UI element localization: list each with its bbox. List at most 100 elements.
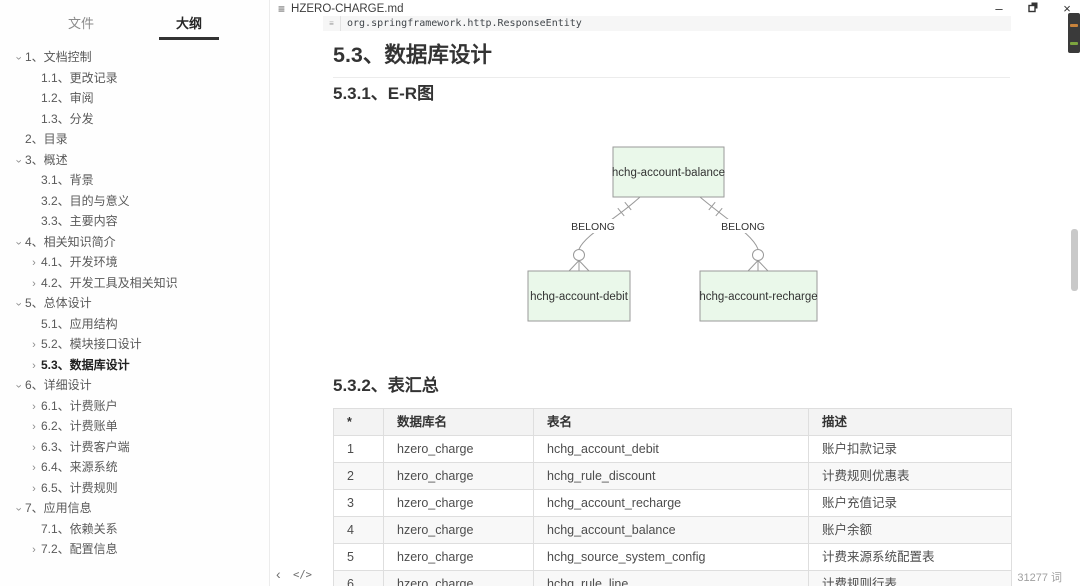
table-cell: 计费来源系统配置表	[809, 544, 1012, 571]
outline-item-label: 3.3、主要内容	[41, 214, 118, 228]
outline-item[interactable]: ›6.4、来源系统	[0, 457, 269, 478]
table-cell: hzero_charge	[384, 436, 534, 463]
table-header-row: *数据库名表名描述	[334, 409, 1012, 436]
menu-icon[interactable]: ≡	[278, 2, 285, 16]
caret-down-icon[interactable]: ›	[8, 379, 29, 393]
er-diagram[interactable]: BELONG BELONG hchg-account-balance hchg-…	[450, 134, 890, 330]
caret-right-icon[interactable]: ›	[27, 540, 41, 560]
outline-item[interactable]: ›5.3、数据库设计	[0, 355, 269, 376]
table-header-cell: *	[334, 409, 384, 436]
outline-item[interactable]: 1.2、审阅	[0, 88, 269, 109]
outline-item[interactable]: ›4、相关知识简介	[0, 232, 269, 253]
minimize-button[interactable]: –	[992, 2, 1006, 16]
table-cell: hchg_account_balance	[534, 517, 809, 544]
outline-item[interactable]: ›3、概述	[0, 150, 269, 171]
scrollbar-thumb[interactable]	[1071, 229, 1078, 291]
table-cell: hzero_charge	[384, 463, 534, 490]
outline-item-label: 6.2、计费账单	[41, 419, 118, 433]
outline-item[interactable]: ›5、总体设计	[0, 293, 269, 314]
side-overlay-widget	[1068, 13, 1080, 53]
outline-item[interactable]: 1.1、更改记录	[0, 68, 269, 89]
outline-item-label: 1、文档控制	[25, 50, 92, 64]
outline-item[interactable]: 1.3、分发	[0, 109, 269, 130]
outline-item[interactable]: ›6、详细设计	[0, 375, 269, 396]
outline-item[interactable]: ›6.2、计费账单	[0, 416, 269, 437]
outline-item[interactable]: ›1、文档控制	[0, 47, 269, 68]
caret-down-icon[interactable]: ›	[8, 297, 29, 311]
outline-item[interactable]: ›5.2、模块接口设计	[0, 334, 269, 355]
sidebar-collapse-icon[interactable]: ‹	[276, 566, 281, 582]
table-cell: 1	[334, 436, 384, 463]
table-cell: 2	[334, 463, 384, 490]
outline-item[interactable]: ›4.2、开发工具及相关知识	[0, 273, 269, 294]
widget-green-bar	[1070, 42, 1078, 45]
caret-down-icon[interactable]: ›	[8, 51, 29, 65]
outline-item-label: 4.1、开发环境	[41, 255, 118, 269]
tab-outline[interactable]: 大纲	[159, 13, 219, 40]
caret-right-icon[interactable]: ›	[27, 479, 41, 499]
restore-button[interactable]	[1026, 2, 1040, 16]
table-cell: hchg_rule_line	[534, 571, 809, 586]
outline-item-label: 7.2、配置信息	[41, 542, 118, 556]
summary-table: *数据库名表名描述 1hzero_chargehchg_account_debi…	[333, 408, 1012, 586]
er-entity-debit-label: hchg-account-debit	[530, 291, 629, 303]
outline-item[interactable]: 3.2、目的与意义	[0, 191, 269, 212]
source-code-mode-icon[interactable]: </>	[293, 569, 312, 581]
er-many-marker-right	[748, 261, 768, 272]
outline-item[interactable]: ›7、应用信息	[0, 498, 269, 519]
document-title: HZERO-CHARGE.md	[291, 3, 403, 15]
table-cell: 账户充值记录	[809, 490, 1012, 517]
table-row: 6hzero_chargehchg_rule_line计费规则行表	[334, 571, 1012, 586]
outline-item[interactable]: 2、目录	[0, 129, 269, 150]
table-row: 4hzero_chargehchg_account_balance账户余额	[334, 517, 1012, 544]
table-row: 5hzero_chargehchg_source_system_config计费…	[334, 544, 1012, 571]
er-zero-marker-left	[574, 250, 585, 261]
outline-item[interactable]: 7.1、依赖关系	[0, 519, 269, 540]
outline-item-label: 5、总体设计	[25, 296, 92, 310]
outline-item[interactable]: 3.3、主要内容	[0, 211, 269, 232]
word-count: 31277 词	[1017, 569, 1062, 585]
outline-item[interactable]: 3.1、背景	[0, 170, 269, 191]
titlebar-left: ≡ HZERO-CHARGE.md	[278, 2, 403, 16]
table-cell: hzero_charge	[384, 490, 534, 517]
caret-right-icon[interactable]: ›	[27, 356, 41, 376]
outline-item[interactable]: ›4.1、开发环境	[0, 252, 269, 273]
caret-down-icon[interactable]: ›	[8, 502, 29, 516]
outline-item-label: 1.2、审阅	[41, 91, 94, 105]
outline-item-label: 5.1、应用结构	[41, 317, 118, 331]
outline-item[interactable]: ›7.2、配置信息	[0, 539, 269, 560]
outline-item[interactable]: ›6.5、计费规则	[0, 478, 269, 499]
outline-item-label: 4.2、开发工具及相关知识	[41, 276, 178, 290]
caret-right-icon[interactable]: ›	[27, 335, 41, 355]
outline-list: ›1、文档控制1.1、更改记录1.2、审阅1.3、分发2、目录›3、概述3.1、…	[0, 47, 269, 560]
restore-icon	[1028, 2, 1039, 13]
outline-item-label: 3.2、目的与意义	[41, 194, 130, 208]
table-cell: hzero_charge	[384, 571, 534, 586]
caret-right-icon[interactable]: ›	[27, 274, 41, 294]
code-block-clipped[interactable]: ≡ org.springframework.http.ResponseEntit…	[323, 16, 1011, 31]
table-row: 2hzero_chargehchg_rule_discount计费规则优惠表	[334, 463, 1012, 490]
outline-item[interactable]: ›6.3、计费客户端	[0, 437, 269, 458]
caret-right-icon[interactable]: ›	[27, 253, 41, 273]
table-cell: hchg_rule_discount	[534, 463, 809, 490]
outline-item[interactable]: 5.1、应用结构	[0, 314, 269, 335]
code-line: org.springframework.http.ResponseEntity	[341, 18, 582, 29]
outline-item-label: 6、详细设计	[25, 378, 92, 392]
caret-right-icon[interactable]: ›	[27, 458, 41, 478]
caret-right-icon[interactable]: ›	[27, 438, 41, 458]
section-heading: 5.3、数据库设计	[333, 38, 1010, 78]
table-header-cell: 描述	[809, 409, 1012, 436]
table-header-cell: 表名	[534, 409, 809, 436]
caret-right-icon[interactable]: ›	[27, 397, 41, 417]
caret-down-icon[interactable]: ›	[8, 154, 29, 168]
outline-item[interactable]: ›6.1、计费账户	[0, 396, 269, 417]
caret-down-icon[interactable]: ›	[8, 236, 29, 250]
widget-orange-bar	[1070, 24, 1078, 27]
caret-right-icon[interactable]: ›	[27, 417, 41, 437]
outline-item-label: 6.1、计费账户	[41, 399, 118, 413]
table-cell: hzero_charge	[384, 544, 534, 571]
er-entity-recharge-label: hchg-account-recharge	[699, 291, 817, 303]
table-cell: hzero_charge	[384, 517, 534, 544]
table-cell: 5	[334, 544, 384, 571]
tab-files[interactable]: 文件	[56, 13, 106, 32]
